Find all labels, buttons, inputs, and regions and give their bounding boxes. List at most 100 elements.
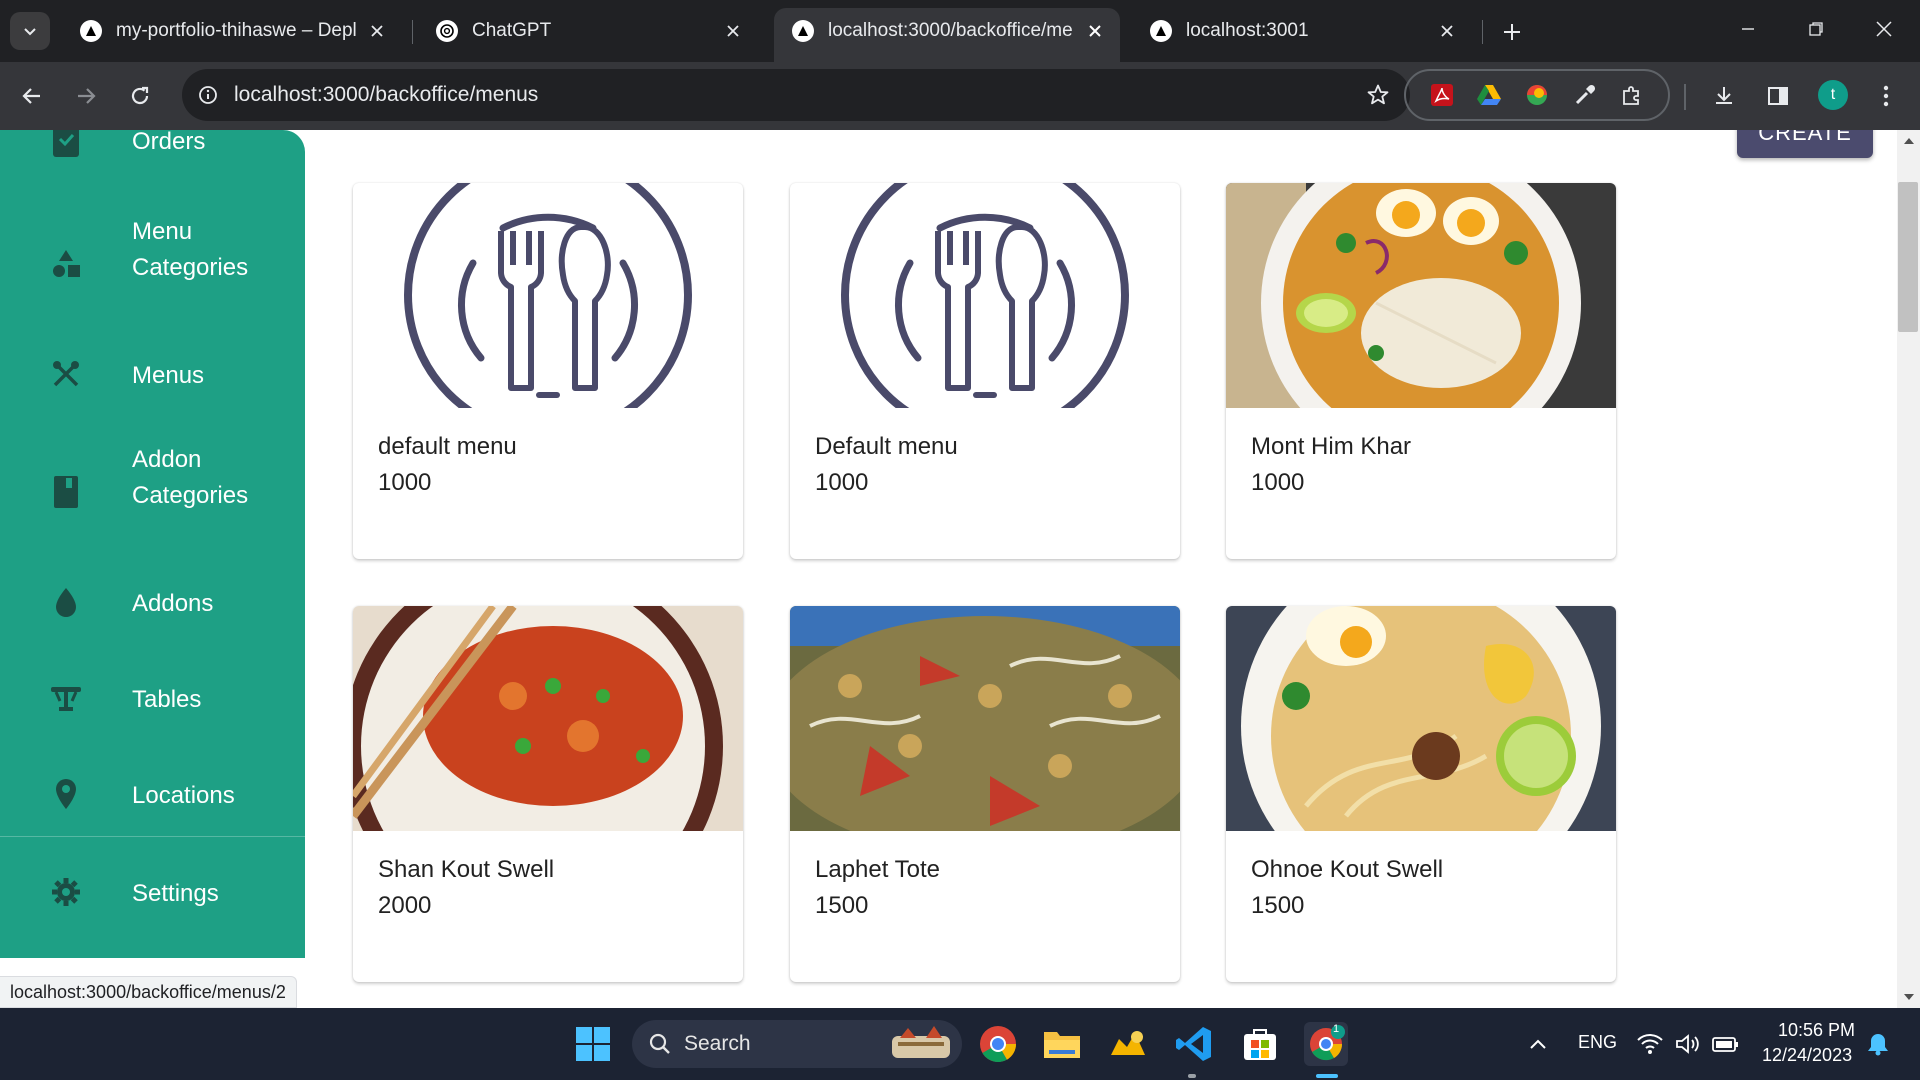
side-panel-button[interactable] xyxy=(1758,76,1798,116)
reload-icon xyxy=(131,86,149,105)
sidebar-item-addons[interactable]: Addons xyxy=(0,578,305,628)
scroll-down-icon[interactable] xyxy=(1902,990,1916,1004)
google-drive-icon[interactable] xyxy=(1473,79,1505,111)
sidebar: Orders Menu Categories Menus Addon Categ… xyxy=(0,130,305,958)
chevron-down-icon xyxy=(24,28,36,36)
close-icon[interactable] xyxy=(1084,20,1106,42)
default-menu-icon xyxy=(790,183,1180,408)
forward-button[interactable] xyxy=(66,76,106,116)
chrome-active-taskbar-icon[interactable]: 1 xyxy=(1304,1022,1348,1066)
tab-separator xyxy=(1482,20,1483,44)
minimize-button[interactable] xyxy=(1714,0,1782,58)
weather-app-icon[interactable] xyxy=(1106,1022,1150,1066)
reload-button[interactable] xyxy=(120,76,160,116)
vercel-icon xyxy=(1150,20,1172,42)
restore-button[interactable] xyxy=(1782,0,1850,58)
menu-card[interactable]: default menu 1000 xyxy=(353,183,743,559)
menu-card[interactable]: Ohnoe Kout Swell 1500 xyxy=(1226,606,1616,982)
browser-tab-4[interactable]: localhost:3001 xyxy=(1132,8,1472,54)
menu-card[interactable]: Mont Him Khar 1000 xyxy=(1226,183,1616,559)
menu-name: default menu xyxy=(378,433,517,460)
browser-menu-button[interactable] xyxy=(1866,76,1906,116)
mohinga-photo xyxy=(1226,183,1616,408)
sidebar-item-addon-categories[interactable]: Addon Categories xyxy=(0,442,305,542)
clock-date[interactable]: 12/24/2023 xyxy=(1762,1045,1852,1066)
egg-icon xyxy=(50,586,82,618)
site-info-icon[interactable] xyxy=(196,83,220,107)
notifications-bell-icon[interactable] xyxy=(1860,1022,1896,1066)
url-text[interactable]: localhost:3000/backoffice/menus xyxy=(234,83,1360,107)
vercel-icon xyxy=(792,20,814,42)
scroll-up-icon[interactable] xyxy=(1902,134,1916,148)
create-menu-button[interactable]: CREATE xyxy=(1737,130,1873,158)
sidebar-item-menus[interactable]: Menus xyxy=(0,350,305,400)
link-status-bubble: localhost:3000/backoffice/menus/2 xyxy=(0,976,297,1008)
tab-search-button[interactable] xyxy=(10,12,50,50)
chrome-taskbar-icon[interactable] xyxy=(976,1022,1020,1066)
vscode-icon[interactable] xyxy=(1172,1022,1216,1066)
close-icon[interactable] xyxy=(366,20,388,42)
file-explorer-icon[interactable] xyxy=(1040,1022,1084,1066)
bookmark-star-icon[interactable] xyxy=(1360,77,1396,113)
windows-start-button[interactable] xyxy=(571,1022,615,1066)
browser-tab-2[interactable]: ChatGPT xyxy=(418,8,758,54)
close-icon[interactable] xyxy=(1436,20,1458,42)
sidebar-item-orders[interactable]: Orders xyxy=(0,130,305,174)
page-viewport: Orders Menu Categories Menus Addon Categ… xyxy=(0,130,1920,1008)
new-tab-button[interactable] xyxy=(1494,14,1530,50)
sidebar-item-tables[interactable]: Tables xyxy=(0,674,305,724)
tab-title: localhost:3001 xyxy=(1186,20,1309,41)
browser-tab-1[interactable]: my-portfolio-thihaswe – Deploy xyxy=(62,8,402,54)
more-vert-icon xyxy=(1883,85,1889,107)
close-icon[interactable] xyxy=(722,20,744,42)
back-button[interactable] xyxy=(12,76,52,116)
sidebar-item-menu-categories[interactable]: Menu Categories xyxy=(0,214,305,314)
arrow-right-icon xyxy=(78,88,96,104)
menu-card[interactable]: Shan Kout Swell 2000 xyxy=(353,606,743,982)
notification-badge: 1 xyxy=(1333,1023,1340,1035)
eyedropper-icon[interactable] xyxy=(1569,79,1601,111)
clock-time[interactable]: 10:56 PM xyxy=(1778,1020,1855,1041)
location-pin-icon xyxy=(50,778,82,810)
minimize-icon xyxy=(1742,28,1754,30)
downloads-button[interactable] xyxy=(1704,76,1744,116)
close-icon xyxy=(1876,21,1892,37)
sidebar-item-locations[interactable]: Locations xyxy=(0,770,305,820)
browser-toolbar: localhost:3000/backoffice/menus t xyxy=(0,62,1920,130)
scroll-thumb[interactable] xyxy=(1898,182,1918,332)
sidebar-item-label: Addons xyxy=(132,590,214,617)
pdf-extension-icon[interactable] xyxy=(1426,79,1458,111)
default-menu-icon xyxy=(353,183,743,408)
taskbar-search[interactable]: Search xyxy=(632,1020,962,1068)
volume-icon[interactable] xyxy=(1670,1022,1706,1066)
sidebar-item-label: Orders xyxy=(132,130,206,155)
menu-card[interactable]: Laphet Tote 1500 xyxy=(790,606,1180,982)
address-bar[interactable]: localhost:3000/backoffice/menus xyxy=(182,69,1410,121)
sidebar-item-label: Menu Categories xyxy=(132,218,249,281)
taskbar: Search 1 ENG 10:56 PM 12/24/2023 xyxy=(0,1008,1920,1080)
gear-icon xyxy=(50,876,82,908)
menu-card[interactable]: Default menu 1000 xyxy=(790,183,1180,559)
search-label: Search xyxy=(684,1032,751,1055)
sidebar-item-label: Tables xyxy=(132,686,202,713)
color-extension-icon[interactable] xyxy=(1521,79,1553,111)
battery-icon[interactable] xyxy=(1708,1022,1744,1066)
windows-logo-icon xyxy=(576,1027,610,1061)
close-window-button[interactable] xyxy=(1850,0,1918,58)
chevron-up-icon xyxy=(1530,1039,1546,1049)
sidebar-item-settings[interactable]: Settings xyxy=(0,868,305,918)
arrow-left-icon xyxy=(22,88,40,104)
microsoft-store-icon[interactable] xyxy=(1238,1022,1282,1066)
language-indicator[interactable]: ENG xyxy=(1578,1032,1617,1053)
show-hidden-icons-button[interactable] xyxy=(1518,1022,1558,1066)
tab-title: localhost:3000/backoffice/menu xyxy=(828,20,1074,41)
tab-title: ChatGPT xyxy=(472,20,552,41)
puzzle-extensions-icon[interactable] xyxy=(1616,79,1648,111)
tea-leaf-salad-photo xyxy=(790,606,1180,831)
menu-price: 1500 xyxy=(815,892,869,919)
download-icon xyxy=(1716,87,1732,104)
profile-avatar[interactable]: t xyxy=(1818,80,1848,110)
wifi-icon[interactable] xyxy=(1632,1022,1668,1066)
browser-tab-3-active[interactable]: localhost:3000/backoffice/menu xyxy=(774,8,1120,62)
coconut-noodles-photo xyxy=(1226,606,1616,831)
